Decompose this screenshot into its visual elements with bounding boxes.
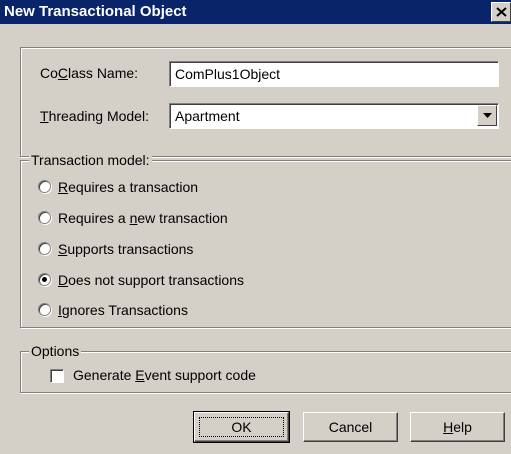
threading-model-select[interactable]: Apartment [169, 103, 499, 129]
event-support-checkbox[interactable] [50, 369, 64, 383]
radio-selected-dot [42, 277, 47, 282]
radio-label: Requires a new transaction [58, 210, 228, 226]
radio-label: Requires a transaction [58, 179, 199, 195]
coclass-name-label: CoClass Name: [40, 65, 139, 81]
help-button-label: Help [443, 419, 472, 435]
radio-label: Supports transactions [58, 241, 194, 257]
help-button[interactable]: Help [410, 412, 505, 442]
radio-button[interactable] [38, 303, 51, 316]
radio-button[interactable] [38, 242, 51, 255]
radio-button[interactable] [38, 211, 51, 224]
dropdown-button[interactable] [477, 105, 497, 126]
transaction-model-legend: Transaction model: [29, 152, 152, 168]
radio-label: Does not support transactions [58, 272, 245, 288]
window-title: New Transactional Object [4, 3, 187, 20]
ok-button-label: OK [231, 419, 252, 435]
radio-supports-transactions[interactable]: Supports transactions [38, 239, 338, 259]
coclass-name-input[interactable]: ComPlus1Object [169, 61, 499, 87]
cancel-button[interactable]: Cancel [303, 412, 398, 442]
radio-button[interactable] [38, 180, 51, 193]
radio-does-not-support-transactions[interactable]: Does not support transactions [38, 270, 338, 290]
radio-requires-new-transaction[interactable]: Requires a new transaction [38, 208, 338, 228]
chevron-down-icon [483, 113, 492, 118]
close-icon [496, 7, 507, 17]
title-bar: New Transactional Object [0, 0, 511, 24]
radio-ignores-transactions[interactable]: Ignores Transactions [38, 300, 338, 320]
radio-label: Ignores Transactions [58, 302, 188, 318]
ok-button[interactable]: OK [193, 411, 290, 443]
radio-requires-transaction[interactable]: Requires a transaction [38, 177, 338, 197]
cancel-button-label: Cancel [328, 419, 373, 435]
threading-model-value: Apartment [175, 108, 240, 124]
close-button[interactable] [491, 2, 511, 22]
threading-model-label: Threading Model: [40, 108, 149, 124]
event-support-label: Generate Event support code [73, 367, 256, 383]
radio-button[interactable] [38, 273, 51, 286]
coclass-name-value: ComPlus1Object [175, 66, 281, 82]
options-legend: Options [29, 343, 82, 359]
